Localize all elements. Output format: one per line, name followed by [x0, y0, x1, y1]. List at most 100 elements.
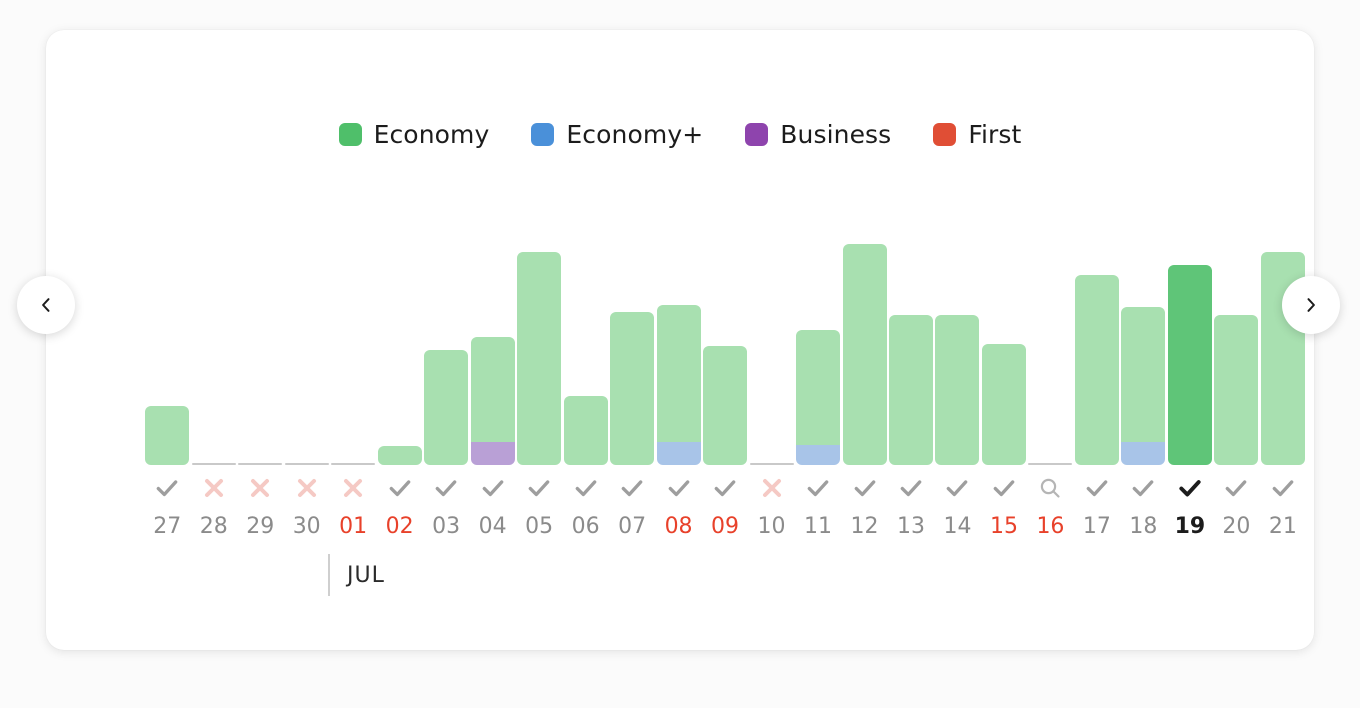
date-label-14[interactable]: 14	[934, 512, 980, 542]
price-bar[interactable]	[563, 396, 608, 465]
date-label-11[interactable]: 11	[795, 512, 841, 542]
date-label-05[interactable]: 05	[516, 512, 562, 542]
legend-item-business[interactable]: Business	[745, 122, 891, 147]
availability-status-05[interactable]	[516, 470, 562, 506]
price-bar[interactable]	[145, 406, 190, 465]
date-label-01[interactable]: 01	[330, 512, 376, 542]
date-label-13[interactable]: 13	[888, 512, 934, 542]
price-bar[interactable]	[1074, 275, 1119, 465]
availability-status-20[interactable]	[1213, 470, 1259, 506]
price-bar[interactable]	[1121, 307, 1166, 465]
price-bar[interactable]	[424, 350, 469, 465]
bar-column-18[interactable]	[1120, 215, 1166, 465]
availability-status-27[interactable]	[144, 470, 190, 506]
availability-status-13[interactable]	[888, 470, 934, 506]
bar-column-19[interactable]	[1167, 215, 1213, 465]
price-bar[interactable]	[517, 252, 562, 465]
bar-column-01[interactable]	[330, 215, 376, 465]
bar-column-06[interactable]	[562, 215, 608, 465]
date-label-08[interactable]: 08	[655, 512, 701, 542]
date-label-15[interactable]: 15	[981, 512, 1027, 542]
availability-status-06[interactable]	[562, 470, 608, 506]
price-bar[interactable]	[470, 337, 515, 465]
bar-column-10[interactable]	[748, 215, 794, 465]
bar-column-16[interactable]	[1027, 215, 1073, 465]
price-bar[interactable]	[656, 305, 701, 465]
bar-column-12[interactable]	[841, 215, 887, 465]
price-bar[interactable]	[377, 446, 422, 465]
bar-column-08[interactable]	[655, 215, 701, 465]
availability-status-15[interactable]	[981, 470, 1027, 506]
availability-status-04[interactable]	[469, 470, 515, 506]
date-label-19[interactable]: 19	[1167, 512, 1213, 542]
date-label-03[interactable]: 03	[423, 512, 469, 542]
availability-status-01[interactable]	[330, 470, 376, 506]
availability-status-12[interactable]	[841, 470, 887, 506]
bar-column-09[interactable]	[702, 215, 748, 465]
bar-column-07[interactable]	[609, 215, 655, 465]
availability-status-14[interactable]	[934, 470, 980, 506]
date-label-04[interactable]: 04	[469, 512, 515, 542]
bar-column-04[interactable]	[469, 215, 515, 465]
availability-status-02[interactable]	[376, 470, 422, 506]
availability-status-08[interactable]	[655, 470, 701, 506]
availability-status-18[interactable]	[1120, 470, 1166, 506]
bar-column-20[interactable]	[1213, 215, 1259, 465]
date-label-20[interactable]: 20	[1213, 512, 1259, 542]
date-label-17[interactable]: 17	[1074, 512, 1120, 542]
no-data-line	[284, 463, 329, 465]
date-label-07[interactable]: 07	[609, 512, 655, 542]
price-bar[interactable]	[1167, 265, 1212, 465]
price-bar[interactable]	[703, 346, 748, 465]
bar-column-30[interactable]	[283, 215, 329, 465]
price-bar[interactable]	[935, 315, 980, 465]
bar-column-03[interactable]	[423, 215, 469, 465]
price-bar[interactable]	[842, 244, 887, 465]
date-label-02[interactable]: 02	[376, 512, 422, 542]
bar-column-29[interactable]	[237, 215, 283, 465]
bar-column-17[interactable]	[1074, 215, 1120, 465]
date-label-16[interactable]: 16	[1027, 512, 1073, 542]
price-bar[interactable]	[610, 312, 655, 465]
bar-column-11[interactable]	[795, 215, 841, 465]
availability-status-11[interactable]	[795, 470, 841, 506]
availability-status-03[interactable]	[423, 470, 469, 506]
date-label-21[interactable]: 21	[1260, 512, 1306, 542]
bar-column-14[interactable]	[934, 215, 980, 465]
legend-item-first[interactable]: First	[933, 122, 1021, 147]
bar-column-27[interactable]	[144, 215, 190, 465]
price-bar[interactable]	[1214, 315, 1259, 465]
availability-status-16[interactable]	[1027, 470, 1073, 506]
next-dates-button[interactable]	[1282, 276, 1340, 334]
price-bar[interactable]	[888, 315, 933, 465]
date-label-10[interactable]: 10	[748, 512, 794, 542]
legend-item-economy-plus[interactable]: Economy+	[531, 122, 703, 147]
availability-status-30[interactable]	[283, 470, 329, 506]
availability-status-17[interactable]	[1074, 470, 1120, 506]
bar-column-21[interactable]	[1260, 215, 1306, 465]
date-label-28[interactable]: 28	[190, 512, 236, 542]
availability-status-28[interactable]	[190, 470, 236, 506]
bar-column-15[interactable]	[981, 215, 1027, 465]
bar-column-02[interactable]	[376, 215, 422, 465]
availability-status-29[interactable]	[237, 470, 283, 506]
date-label-06[interactable]: 06	[562, 512, 608, 542]
availability-status-10[interactable]	[748, 470, 794, 506]
date-label-12[interactable]: 12	[841, 512, 887, 542]
availability-status-09[interactable]	[702, 470, 748, 506]
bar-column-13[interactable]	[888, 215, 934, 465]
price-bar[interactable]	[981, 344, 1026, 465]
date-label-18[interactable]: 18	[1120, 512, 1166, 542]
price-bar[interactable]	[796, 330, 841, 465]
date-label-30[interactable]: 30	[283, 512, 329, 542]
bar-column-28[interactable]	[190, 215, 236, 465]
date-label-29[interactable]: 29	[237, 512, 283, 542]
legend-item-economy[interactable]: Economy	[338, 122, 490, 147]
date-label-09[interactable]: 09	[702, 512, 748, 542]
previous-dates-button[interactable]	[17, 276, 75, 334]
date-label-27[interactable]: 27	[144, 512, 190, 542]
availability-status-07[interactable]	[609, 470, 655, 506]
availability-status-19[interactable]	[1167, 470, 1213, 506]
bar-column-05[interactable]	[516, 215, 562, 465]
availability-status-21[interactable]	[1260, 470, 1306, 506]
